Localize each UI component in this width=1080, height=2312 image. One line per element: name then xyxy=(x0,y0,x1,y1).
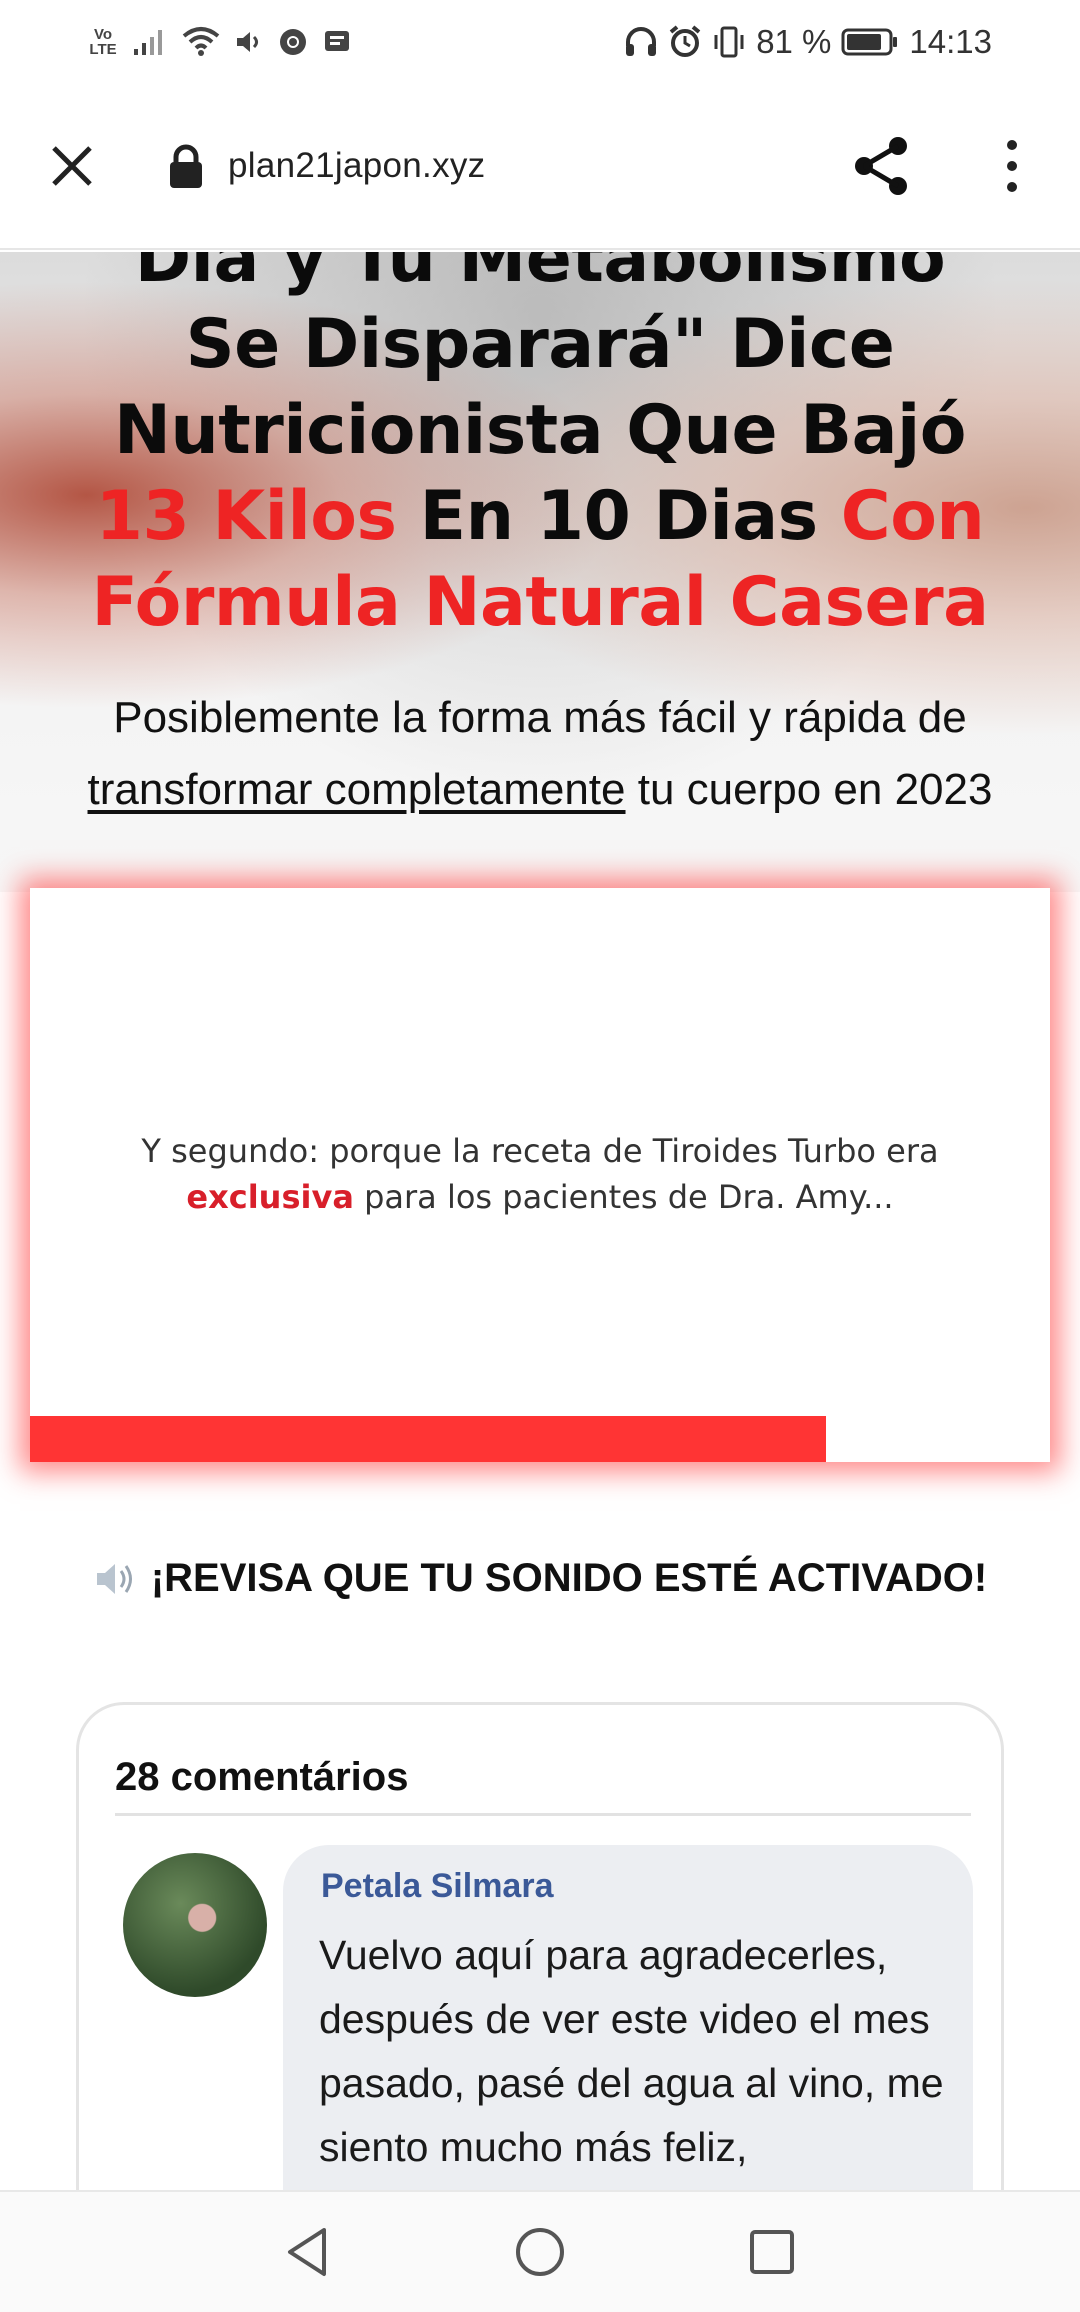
volume-icon xyxy=(234,27,264,57)
back-button[interactable] xyxy=(276,2220,340,2284)
recents-button[interactable] xyxy=(740,2220,804,2284)
more-options-button[interactable] xyxy=(992,134,1032,198)
back-icon xyxy=(288,2228,326,2276)
headline-highlight-con: Con xyxy=(840,477,985,556)
signal-icon xyxy=(132,27,168,57)
subheadline-underlined: transformar completamente xyxy=(87,765,626,814)
home-icon xyxy=(516,2228,564,2276)
status-left-icons: Vo LTE xyxy=(88,22,352,62)
headline: Dia y Tu Metabolismo Se Disparará" Dice … xyxy=(0,252,1080,646)
hero-section: Dia y Tu Metabolismo Se Disparará" Dice … xyxy=(0,252,1080,892)
headline-highlight-kilos: 13 Kilos xyxy=(95,477,397,556)
url-text[interactable]: plan21japon.xyz xyxy=(228,146,485,186)
lock-icon xyxy=(170,144,202,188)
subheadline: Posiblemente la forma más fácil y rápida… xyxy=(0,682,1080,826)
subheadline-line-2: tu cuerpo en 2023 xyxy=(625,765,993,814)
video-player[interactable]: Y segundo: porque la receta de Tiroides … xyxy=(30,888,1050,1462)
system-nav-bar xyxy=(0,2190,1080,2312)
close-icon xyxy=(52,146,92,186)
clock: 14:13 xyxy=(909,23,992,60)
video-progress-fill xyxy=(30,1416,826,1462)
headline-line-2: Se Disparará" Dice xyxy=(185,305,895,384)
video-progress-bar xyxy=(30,1416,1050,1462)
wifi-icon xyxy=(182,26,220,58)
comment-text: Vuelvo aquí para agradecerles, después d… xyxy=(319,1932,944,2170)
sound-notice-text: ¡REVISA QUE TU SONIDO ESTÉ ACTIVADO! xyxy=(150,1556,988,1600)
browser-toolbar: plan21japon.xyz xyxy=(0,82,1080,250)
volte-icon: Vo LTE xyxy=(89,26,117,58)
recents-icon xyxy=(750,2230,794,2274)
headphones-icon xyxy=(624,26,658,58)
battery-icon xyxy=(841,27,899,57)
comments-divider xyxy=(115,1813,971,1816)
caption-line-2: para los pacientes de Dra. Amy... xyxy=(353,1178,894,1216)
avatar[interactable] xyxy=(123,1853,267,1997)
status-right-icons: 81 % 14:13 xyxy=(624,18,992,66)
share-icon xyxy=(855,137,907,195)
video-caption: Y segundo: porque la receta de Tiroides … xyxy=(30,1128,1050,1220)
comment-author[interactable]: Petala Silmara xyxy=(321,1867,553,1906)
share-button[interactable] xyxy=(850,134,914,198)
headline-line-4: 13 Kilos En 10 Dias Con xyxy=(0,474,1080,560)
comments-count: 28 comentários xyxy=(115,1755,409,1799)
alarm-icon xyxy=(668,25,702,59)
subheadline-line-1: Posiblemente la forma más fácil y rápida… xyxy=(113,693,967,742)
chrome-icon xyxy=(278,27,308,57)
headline-days-text: En 10 Dias xyxy=(396,477,841,556)
status-bar: Vo LTE 81 % 14:13 xyxy=(0,0,1080,82)
close-tab-button[interactable] xyxy=(42,136,102,196)
speaker-icon xyxy=(96,1563,132,1594)
message-icon xyxy=(322,27,352,57)
vibrate-icon xyxy=(712,25,746,59)
caption-highlight: exclusiva xyxy=(186,1178,354,1216)
home-button[interactable] xyxy=(508,2220,572,2284)
battery-percent: 81 % xyxy=(756,23,832,60)
headline-line-3: Nutricionista Que Bajó xyxy=(113,391,967,470)
caption-line-1: Y segundo: porque la receta de Tiroides … xyxy=(141,1132,939,1170)
more-icon xyxy=(1007,140,1017,150)
sound-notice: ¡REVISA QUE TU SONIDO ESTÉ ACTIVADO! xyxy=(0,1556,1080,1601)
headline-line-1: Dia y Tu Metabolismo xyxy=(134,252,946,298)
headline-line-5: Fórmula Natural Casera xyxy=(91,563,989,642)
